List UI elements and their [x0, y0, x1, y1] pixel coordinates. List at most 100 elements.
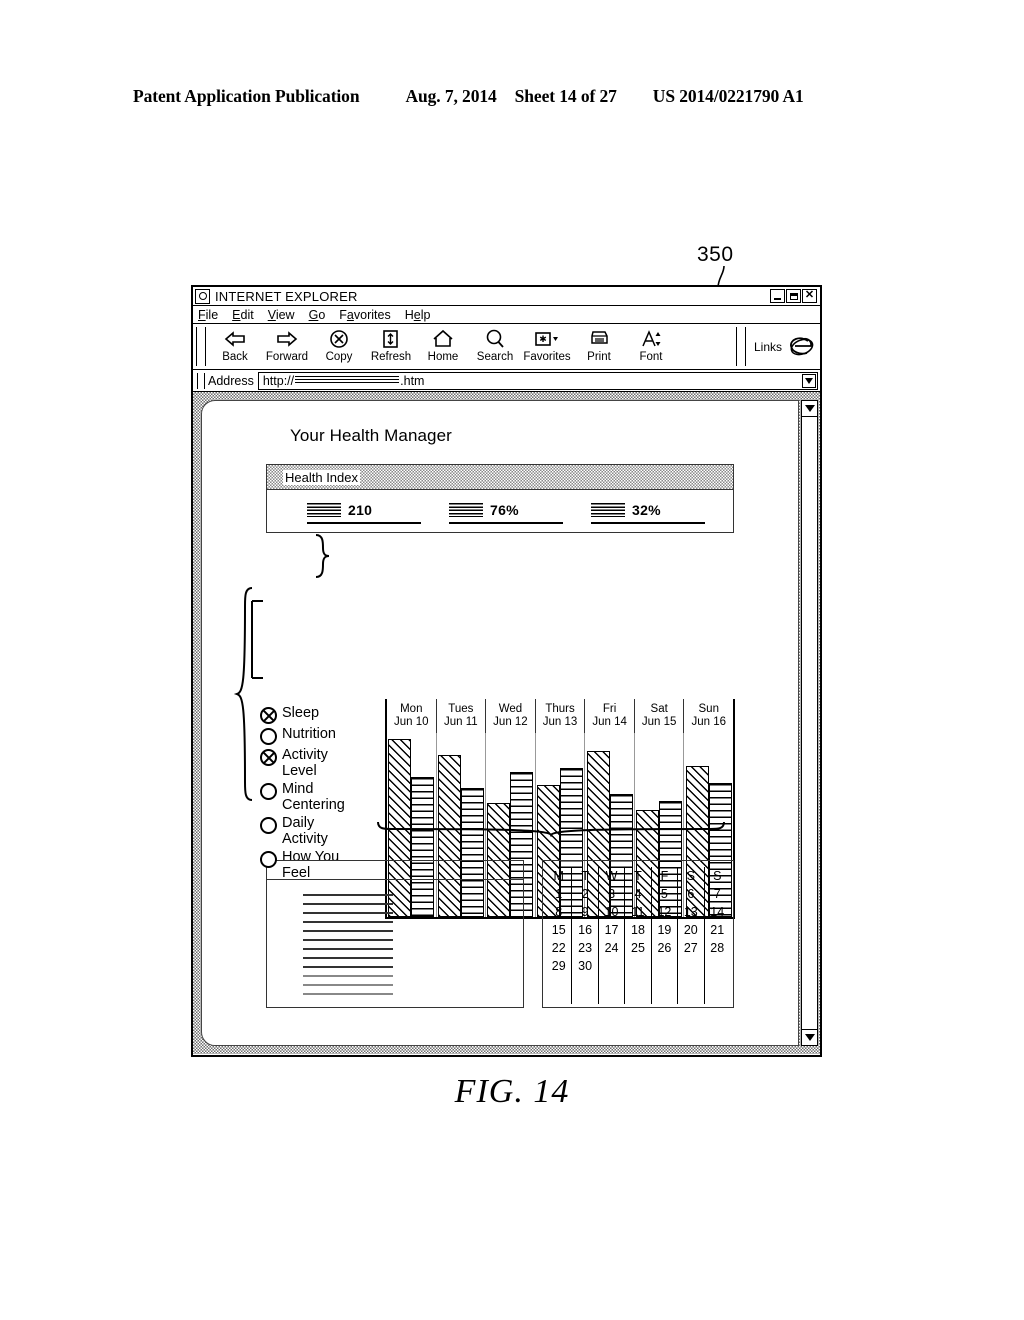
- toolbar-label: Back: [222, 351, 248, 363]
- chart-day-column: Sat Jun 15: [635, 699, 685, 733]
- menu-item-go[interactable]: Go: [309, 308, 326, 322]
- calendar-day-cell[interactable]: 16: [572, 921, 597, 939]
- health-metric[interactable]: 32%: [591, 498, 733, 524]
- tracker-item-sleep[interactable]: Sleep: [260, 705, 368, 724]
- checkbox-empty-icon[interactable]: [260, 851, 277, 868]
- calendar-day-cell[interactable]: 10: [599, 903, 624, 921]
- menu-item-help[interactable]: Help: [405, 308, 431, 322]
- calendar-day-cell[interactable]: 21: [705, 921, 730, 939]
- calendar-day-cell[interactable]: 26: [652, 939, 677, 957]
- tracker-label: Daily Activity: [282, 815, 328, 847]
- health-metric[interactable]: 76%: [449, 498, 591, 524]
- scroll-up-button[interactable]: [802, 401, 817, 417]
- calendar-day-cell[interactable]: 22: [546, 939, 571, 957]
- calendar-day-cell[interactable]: 1: [546, 885, 571, 903]
- scroll-down-button[interactable]: [802, 1029, 817, 1045]
- checkbox-checked-icon[interactable]: [260, 707, 277, 724]
- restore-button[interactable]: [786, 289, 801, 303]
- calendar-day-cell[interactable]: 30: [572, 957, 597, 975]
- menu-item-favorites[interactable]: Favorites: [339, 308, 390, 322]
- tracker-label: Sleep: [282, 705, 320, 721]
- day-date: Jun 11: [444, 716, 478, 728]
- calendar-day-cell[interactable]: 14: [705, 903, 730, 921]
- calendar-day-cell[interactable]: 29: [546, 957, 571, 975]
- health-index-metrics: 210 76% 32%: [267, 490, 733, 532]
- checkbox-empty-icon[interactable]: [260, 783, 277, 800]
- calendar-day-cell[interactable]: 17: [599, 921, 624, 939]
- calendar-day-cell[interactable]: 9: [572, 903, 597, 921]
- tracker-label: Mind Centering: [282, 781, 345, 813]
- publication-label: Patent Application Publication: [133, 86, 360, 106]
- toolbar-button-home[interactable]: Home: [417, 326, 469, 363]
- address-input[interactable]: http:// .htm: [257, 371, 818, 390]
- close-button[interactable]: ✕: [802, 289, 817, 303]
- menu-item-edit[interactable]: Edit: [232, 308, 254, 322]
- forward-arrow-icon: [276, 328, 298, 350]
- checkbox-empty-icon[interactable]: [260, 728, 277, 745]
- tracker-item-activity-level[interactable]: Activity Level: [260, 747, 368, 779]
- calendar-day-cell[interactable]: 18: [625, 921, 650, 939]
- calendar-day-cell[interactable]: 11: [625, 903, 650, 921]
- calendar-day-cell[interactable]: 5: [652, 885, 677, 903]
- calendar-day-cell[interactable]: 6: [678, 885, 703, 903]
- toolbar-grip[interactable]: [196, 327, 206, 366]
- patent-number: US 2014/0221790 A1: [652, 86, 804, 106]
- health-metric[interactable]: 210: [307, 498, 449, 524]
- calendar-day-cell[interactable]: 12: [652, 903, 677, 921]
- tracker-item-nutrition[interactable]: Nutrition: [260, 726, 368, 745]
- tracker-item-mind-centering[interactable]: Mind Centering: [260, 781, 368, 813]
- day-date: Jun 15: [641, 716, 677, 728]
- calendar-day-cell[interactable]: 19: [652, 921, 677, 939]
- toolbar-button-search[interactable]: Search: [469, 326, 521, 363]
- day-date: Jun 16: [691, 716, 727, 728]
- font-size-icon: [640, 328, 662, 350]
- menu-item-file[interactable]: File: [198, 308, 218, 322]
- tracker-label: Activity Level: [282, 747, 328, 779]
- calendar-day-cell[interactable]: 3: [599, 885, 624, 903]
- calendar-day-cell[interactable]: 4: [625, 885, 650, 903]
- calendar-day-cell[interactable]: 8: [546, 903, 571, 921]
- minimize-button[interactable]: [770, 289, 785, 303]
- scrollbar-track[interactable]: [802, 417, 817, 1029]
- metric-value: 210: [348, 502, 373, 518]
- calendar-day-cell[interactable]: 2: [572, 885, 597, 903]
- calendar-day-cell[interactable]: 20: [678, 921, 703, 939]
- tracker-item-daily-activity[interactable]: Daily Activity: [260, 815, 368, 847]
- toolbar-button-copy[interactable]: Copy: [313, 326, 365, 363]
- calendar-weekday-header: W: [605, 869, 618, 883]
- health-index-panel: Health Index 210 76% 32%: [266, 464, 734, 533]
- chart-day-column: Fri Jun 14: [585, 699, 635, 733]
- address-grip[interactable]: [197, 372, 205, 389]
- links-button[interactable]: Links: [749, 324, 787, 369]
- links-grip[interactable]: [735, 327, 746, 366]
- vertical-scrollbar[interactable]: [801, 400, 818, 1046]
- metric-bars-icon: [449, 503, 483, 517]
- toolbar-button-print[interactable]: Print: [573, 326, 625, 363]
- calendar-day-cell[interactable]: 15: [546, 921, 571, 939]
- tracker-list: Sleep Nutrition Activity Level Mind Cent…: [260, 705, 368, 884]
- notes-line: [303, 921, 393, 923]
- checkbox-checked-icon[interactable]: [260, 749, 277, 766]
- toolbar-button-refresh[interactable]: Refresh: [365, 326, 417, 363]
- chart-day-column: Mon Jun 10: [387, 699, 437, 733]
- calendar-day-cell[interactable]: 25: [625, 939, 650, 957]
- checkbox-empty-icon[interactable]: [260, 817, 277, 834]
- toolbar-label: Search: [476, 351, 514, 363]
- menu-item-view[interactable]: View: [268, 308, 295, 322]
- calendar-day-cell[interactable]: 27: [678, 939, 703, 957]
- address-bar: Address http:// .htm: [193, 370, 820, 392]
- chart-day-column: Tues Jun 11: [437, 699, 487, 733]
- calendar-day-cell[interactable]: 23: [572, 939, 597, 957]
- calendar-day-cell[interactable]: 28: [705, 939, 730, 957]
- calendar-day-cell[interactable]: 7: [705, 885, 730, 903]
- calendar-column: S 6 13 20 27: [678, 867, 705, 1004]
- toolbar-label: Favorites: [523, 351, 571, 363]
- toolbar-button-favorites[interactable]: ✱ Favorites: [521, 326, 573, 363]
- toolbar-button-back[interactable]: Back: [209, 326, 261, 363]
- address-dropdown-button[interactable]: [802, 373, 816, 388]
- toolbar-button-font[interactable]: Font: [625, 326, 677, 363]
- toolbar-button-forward[interactable]: Forward: [261, 326, 313, 363]
- page-title: Your Health Manager: [290, 426, 452, 445]
- calendar-day-cell[interactable]: 24: [599, 939, 624, 957]
- calendar-day-cell[interactable]: 13: [678, 903, 703, 921]
